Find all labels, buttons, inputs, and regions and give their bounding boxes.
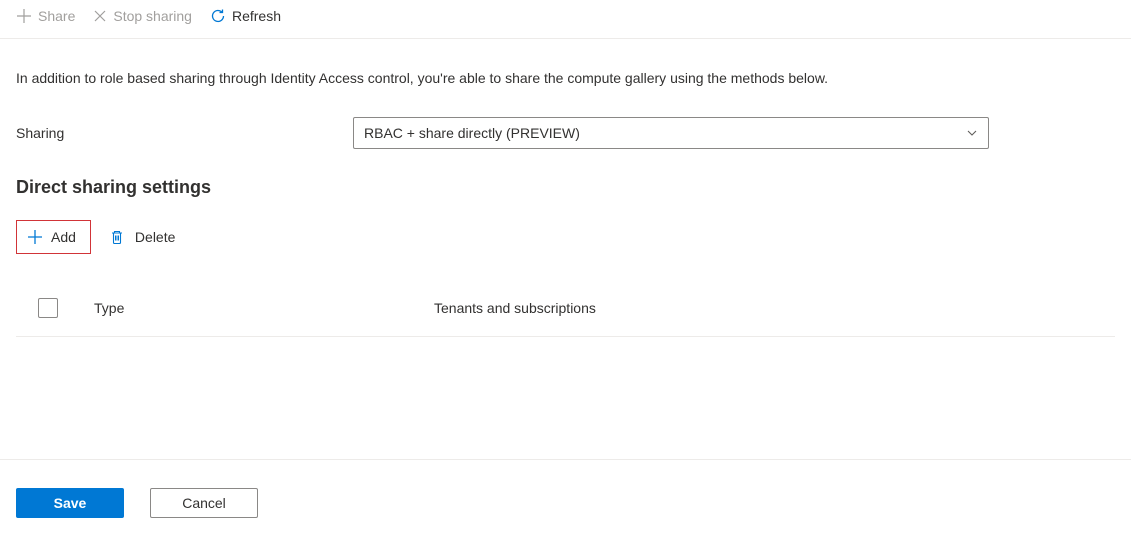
direct-sharing-heading: Direct sharing settings — [16, 177, 1115, 198]
save-button[interactable]: Save — [16, 488, 124, 518]
refresh-button[interactable]: Refresh — [210, 8, 281, 24]
action-row: Add Delete — [16, 220, 1115, 254]
add-label: Add — [51, 229, 76, 245]
plus-icon — [27, 229, 43, 245]
toolbar: Share Stop sharing Refresh — [0, 0, 1131, 39]
footer: Save Cancel — [0, 459, 1131, 546]
cancel-button[interactable]: Cancel — [150, 488, 258, 518]
refresh-icon — [210, 8, 226, 24]
content-area: In addition to role based sharing throug… — [0, 39, 1131, 337]
close-icon — [93, 9, 107, 23]
sharing-label: Sharing — [16, 125, 353, 141]
dropdown-selected-text: RBAC + share directly (PREVIEW) — [364, 125, 580, 141]
stop-sharing-button[interactable]: Stop sharing — [93, 8, 192, 24]
share-button[interactable]: Share — [16, 8, 75, 24]
column-type: Type — [94, 300, 434, 316]
sharing-dropdown[interactable]: RBAC + share directly (PREVIEW) — [353, 117, 989, 149]
delete-label: Delete — [135, 229, 175, 245]
add-button[interactable]: Add — [16, 220, 91, 254]
refresh-label: Refresh — [232, 8, 281, 24]
stop-sharing-label: Stop sharing — [113, 8, 192, 24]
chevron-down-icon — [966, 127, 978, 139]
column-tenants: Tenants and subscriptions — [434, 300, 596, 316]
share-label: Share — [38, 8, 75, 24]
sharing-field: Sharing RBAC + share directly (PREVIEW) — [16, 117, 1115, 149]
description-text: In addition to role based sharing throug… — [16, 69, 1115, 89]
trash-icon — [109, 229, 125, 245]
table-header: Type Tenants and subscriptions — [16, 282, 1115, 337]
plus-icon — [16, 8, 32, 24]
delete-button[interactable]: Delete — [95, 221, 189, 253]
select-all-checkbox[interactable] — [38, 298, 58, 318]
